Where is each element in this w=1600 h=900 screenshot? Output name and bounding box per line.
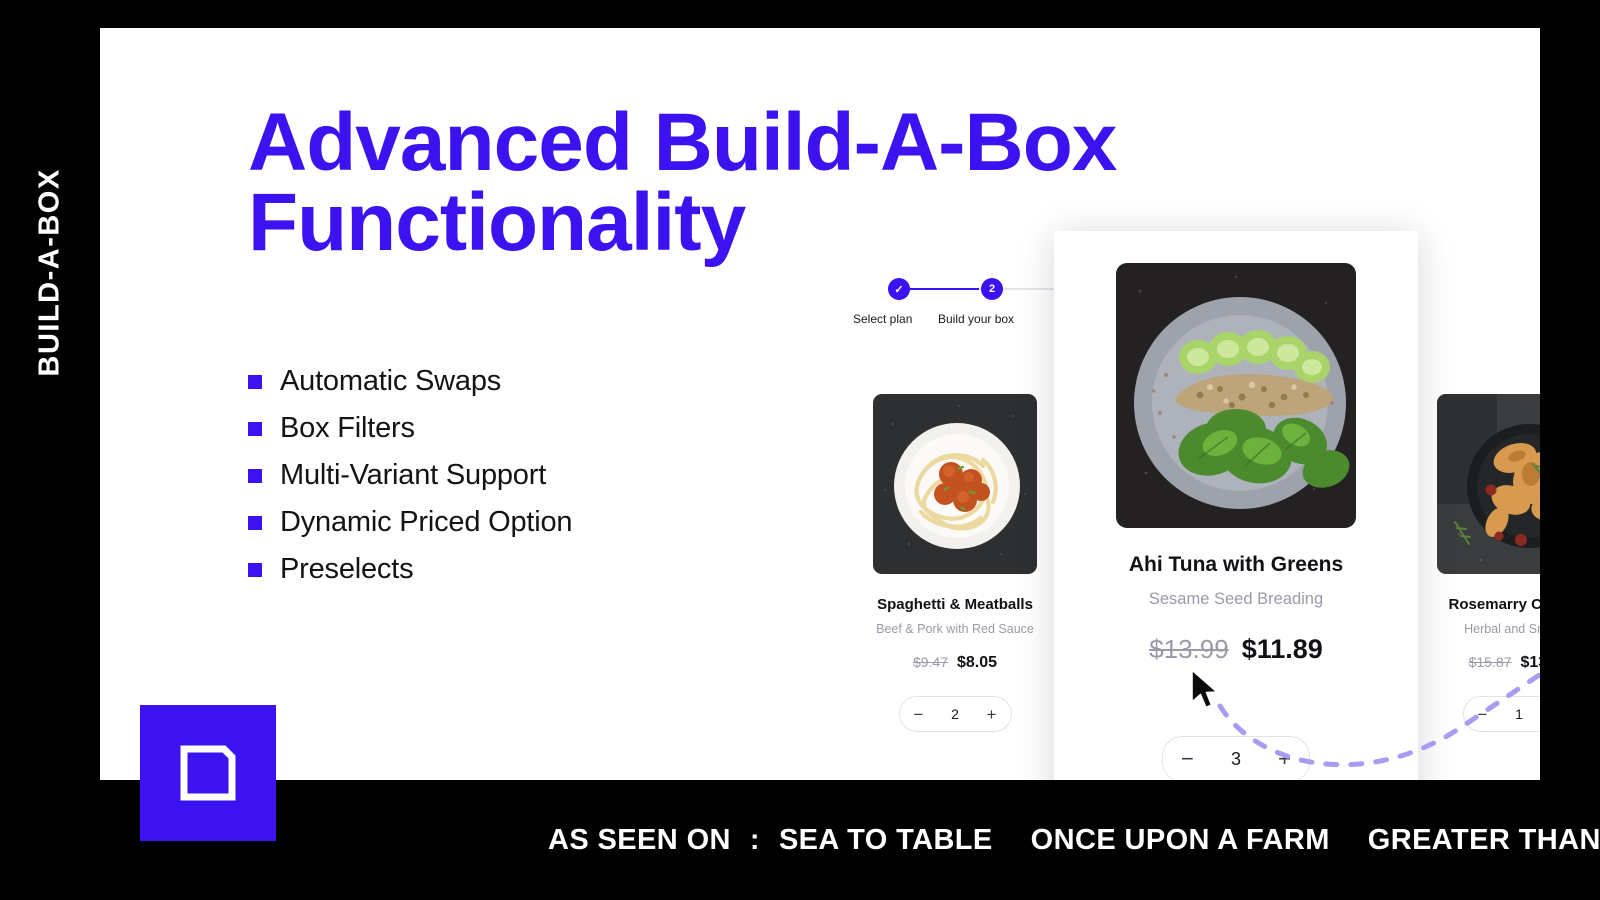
feature-label: Box Filters [280,412,415,444]
feature-list: Automatic Swaps Box Filters Multi-Varian… [248,358,573,593]
decrement-button[interactable]: − [1478,706,1488,723]
step-label-build-box: Build your box [938,312,1015,326]
bullet-square-icon [248,515,262,530]
product-image-ahi-tuna [1116,263,1356,528]
product-name: Ahi Tuna with Greens [1128,553,1344,576]
app-preview: ✓ 2 Select plan Build your box Spaghetti… [760,28,1540,780]
marquee-colon-separator: : [749,823,760,856]
current-price: $11.89 [1241,634,1323,664]
product-pricing: $13.99 $11.89 [1054,634,1418,665]
quantity-stepper[interactable]: − 1 + [1462,696,1540,732]
feature-label: Automatic Swaps [280,365,502,397]
list-item: Multi-Variant Support [248,452,572,499]
list-item: Preselects [248,546,572,593]
product-description: Sesame Seed Breading [1148,590,1324,608]
marquee-brand-1: SEA TO TABLE [778,823,993,856]
product-name: Spaghetti & Meatballs [877,596,1033,613]
product-name: Rosemarry Chicken [1448,596,1540,613]
quantity-stepper[interactable]: − 3 + [1162,736,1310,780]
bullet-square-icon [248,421,262,436]
step-indicator-select-plan[interactable]: ✓ [888,278,910,300]
product-description: Herbal and Smokey [1464,622,1540,636]
slide-canvas: BUILD-A-BOX Advanced Build-A-Box Functio… [0,0,1600,900]
step-indicator-build-box[interactable]: 2 [981,278,1003,300]
product-image-spaghetti [873,394,1037,574]
increment-button[interactable]: + [987,706,997,723]
content-panel: Advanced Build-A-Box Functionality Autom… [100,28,1540,780]
mouse-cursor-icon [1191,669,1218,709]
feature-label: Preselects [280,553,414,585]
decrement-button[interactable]: − [914,706,924,723]
compare-at-price: $9.47 [912,654,948,670]
vertical-section-label: BUILD-A-BOX [33,168,66,377]
product-image-chicken [1437,394,1540,574]
product-pricing: $15.87 $13.49 [1437,654,1540,672]
decrement-button[interactable]: − [1181,748,1194,770]
quantity-value: 2 [951,706,959,722]
feature-label: Dynamic Priced Option [280,506,573,538]
compare-at-price: $13.99 [1149,634,1229,664]
bullet-square-icon [248,468,262,483]
brand-logo [140,705,276,841]
bullet-square-icon [248,374,262,389]
increment-button[interactable]: + [1278,748,1291,770]
compare-at-price: $15.87 [1468,654,1512,670]
quantity-stepper[interactable]: − 2 + [898,696,1012,732]
quantity-value: 3 [1230,748,1241,769]
list-item: Automatic Swaps [248,358,572,405]
marquee-brand-3: GREATER THAN [1367,823,1600,856]
product-card-spaghetti[interactable]: Spaghetti & Meatballs Beef & Pork with R… [873,394,1037,732]
product-pricing: $9.47 $8.05 [873,654,1037,672]
feature-label: Multi-Variant Support [280,459,547,491]
bullet-square-icon [248,562,262,577]
current-price: $13.49 [1520,654,1540,671]
step-label-select-plan: Select plan [853,312,913,326]
quantity-value: 1 [1515,706,1523,722]
product-description: Beef & Pork with Red Sauce [876,622,1034,636]
product-card-ahi-tuna[interactable]: Ahi Tuna with Greens Sesame Seed Breadin… [1054,231,1418,780]
marquee-intro: AS SEEN ON [548,823,731,856]
list-item: Dynamic Priced Option [248,499,573,546]
list-item: Box Filters [248,405,572,452]
product-card-chicken[interactable]: Rosemarry Chicken Herbal and Smokey $15.… [1437,394,1540,732]
current-price: $8.05 [957,654,998,671]
document-outline-icon [180,745,236,801]
progress-line-filled [899,288,979,290]
marquee-brand-2: ONCE UPON A FARM [1030,823,1330,856]
